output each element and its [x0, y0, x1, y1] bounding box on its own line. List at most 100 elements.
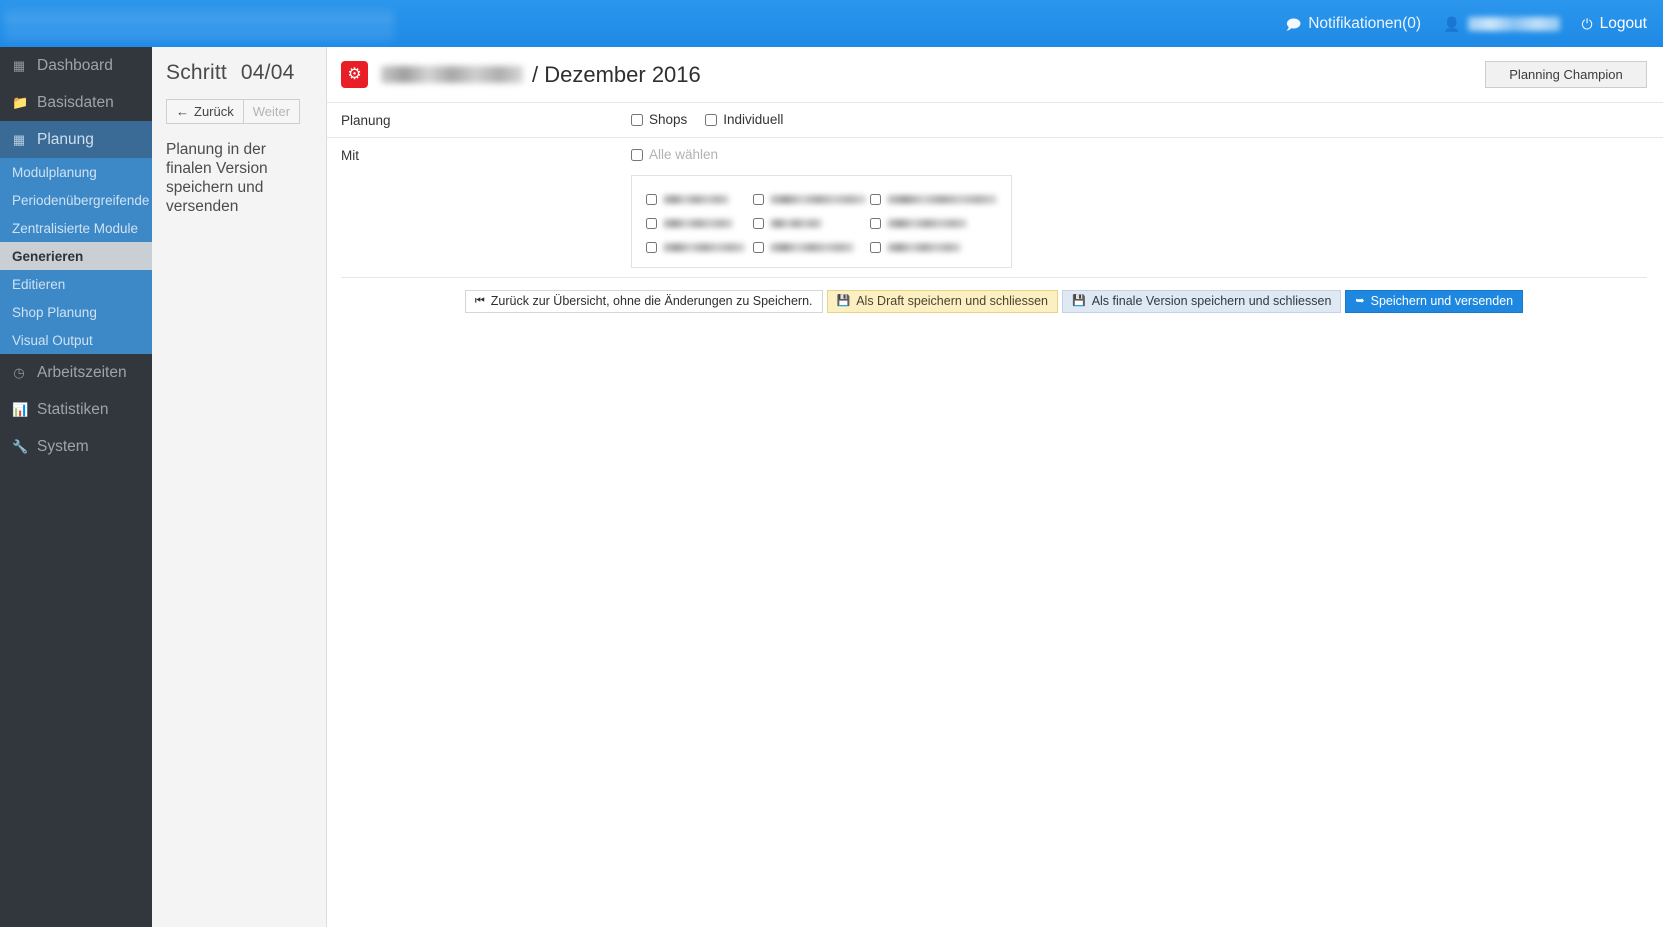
employee-name-redacted [887, 243, 961, 252]
planning-champion-button[interactable]: Planning Champion [1485, 61, 1647, 88]
sidebar-item-statistiken[interactable]: 📊 Statistiken [0, 391, 152, 428]
save-draft-button[interactable]: 💾 Als Draft speichern und schliessen [827, 290, 1058, 313]
save-final-button[interactable]: 💾 Als finale Version speichern und schli… [1062, 290, 1341, 313]
form-label-planung: Planung [341, 112, 631, 128]
page-title: / Dezember 2016 [532, 62, 701, 88]
arrow-left-icon: ← [176, 104, 189, 119]
brand-logo[interactable] [4, 4, 394, 44]
sidebar-subitem-periodenuebergreifende[interactable]: Periodenübergreifende [0, 186, 152, 214]
step-back-button[interactable]: ← Zurück [166, 99, 244, 124]
sidebar-item-arbeitszeiten[interactable]: ◷ Arbeitszeiten [0, 354, 152, 391]
list-item[interactable] [646, 218, 749, 229]
sidebar-subitem-shop-planung[interactable]: Shop Planung [0, 298, 152, 326]
form-row-planung: Planung Shops Individuell [327, 102, 1663, 137]
wrench-icon: 🔧 [12, 440, 26, 453]
checkbox-individuell-label: Individuell [723, 112, 783, 127]
employee-name-redacted [887, 195, 997, 204]
employee-checkbox[interactable] [753, 242, 764, 253]
step-next-button: Weiter [244, 99, 300, 124]
action-bar: ⏮ Zurück zur Übersicht, ohne die Änderun… [341, 277, 1647, 313]
form-field-mit: Alle wählen [631, 147, 1647, 268]
topbar-right-group: 🗩 Notifikationen(0) 👤 ⏻ Logout [1286, 15, 1663, 33]
sidebar-subitem-label: Generieren [12, 249, 83, 264]
user-menu[interactable]: 👤 [1443, 17, 1559, 31]
list-item[interactable] [870, 194, 997, 205]
step-back-label: Zurück [194, 104, 234, 119]
planung-checkbox-group: Shops Individuell [631, 112, 1647, 127]
save-icon: 💾 [1072, 296, 1086, 307]
sidebar-item-planung[interactable]: ▦ Planung [0, 121, 152, 158]
sidebar-item-label: Statistiken [37, 401, 109, 419]
sidebar-subitem-label: Visual Output [12, 333, 93, 348]
checkbox-individuell-input[interactable] [705, 114, 717, 126]
step-heading: Schritt 04/04 [166, 61, 326, 85]
employee-checkbox[interactable] [753, 218, 764, 229]
sidebar: ▦ Dashboard 📁 Basisdaten ▦ Planung Modul… [0, 47, 152, 927]
sidebar-item-label: Arbeitszeiten [37, 364, 127, 382]
checkbox-alle-waehlen[interactable]: Alle wählen [631, 147, 718, 162]
sidebar-item-label: Basisdaten [37, 94, 114, 112]
grid-icon: ▦ [12, 59, 26, 72]
employee-checkbox[interactable] [870, 218, 881, 229]
list-item[interactable] [753, 194, 866, 205]
clock-icon: ◷ [12, 366, 26, 379]
sidebar-item-basisdaten[interactable]: 📁 Basisdaten [0, 84, 152, 121]
skip-back-icon: ⏮ [475, 296, 485, 307]
location-name-redacted [381, 66, 523, 83]
sidebar-subitem-generieren[interactable]: Generieren [0, 242, 152, 270]
user-icon: 👤 [1443, 17, 1460, 31]
employee-name-redacted [770, 219, 822, 228]
sidebar-item-dashboard[interactable]: ▦ Dashboard [0, 47, 152, 84]
gear-icon: ⚙ [341, 61, 368, 88]
sidebar-subitem-zentralisierte-module[interactable]: Zentralisierte Module [0, 214, 152, 242]
sidebar-item-label: System [37, 438, 89, 456]
logout-button[interactable]: ⏻ Logout [1582, 15, 1648, 33]
list-item[interactable] [753, 242, 866, 253]
checkbox-shops-input[interactable] [631, 114, 643, 126]
save-and-send-label: Speichern und versenden [1371, 294, 1513, 308]
sidebar-item-label: Dashboard [37, 57, 113, 75]
sidebar-item-label: Planung [37, 131, 94, 149]
step-counter: 04/04 [241, 61, 295, 84]
folder-icon: 📁 [12, 96, 26, 109]
sidebar-subitem-label: Editieren [12, 277, 65, 292]
sidebar-subitem-editieren[interactable]: Editieren [0, 270, 152, 298]
power-icon: ⏻ [1582, 17, 1593, 31]
employee-checkbox[interactable] [870, 194, 881, 205]
sidebar-subitem-label: Modulplanung [12, 165, 97, 180]
employee-name-redacted [663, 219, 733, 228]
back-to-overview-button[interactable]: ⏮ Zurück zur Übersicht, ohne die Änderun… [465, 290, 823, 313]
checkbox-individuell[interactable]: Individuell [705, 112, 783, 127]
sidebar-item-system[interactable]: 🔧 System [0, 428, 152, 465]
employee-name-redacted [663, 195, 729, 204]
calendar-icon: ▦ [12, 133, 26, 146]
sidebar-subitem-visual-output[interactable]: Visual Output [0, 326, 152, 354]
step-title-text: Schritt [166, 61, 227, 84]
notifications-button[interactable]: 🗩 Notifikationen(0) [1286, 15, 1421, 33]
list-item[interactable] [753, 218, 866, 229]
employee-checkbox[interactable] [870, 242, 881, 253]
form-label-mit: Mit [341, 147, 631, 163]
employee-name-redacted [887, 219, 967, 228]
send-icon: ➥ [1355, 296, 1364, 307]
employee-checkbox[interactable] [753, 194, 764, 205]
checkbox-alle-waehlen-input[interactable] [631, 149, 643, 161]
employee-name-redacted [770, 243, 854, 252]
checkbox-alle-waehlen-label: Alle wählen [649, 147, 718, 162]
list-item[interactable] [870, 242, 997, 253]
step-panel: Schritt04/04 ← Zurück Weiter Planung in … [152, 47, 327, 927]
sidebar-subitem-modulplanung[interactable]: Modulplanung [0, 158, 152, 186]
sidebar-subitem-label: Zentralisierte Module [12, 221, 138, 236]
list-item[interactable] [646, 194, 749, 205]
save-final-label: Als finale Version speichern und schlies… [1092, 294, 1332, 308]
save-and-send-button[interactable]: ➥ Speichern und versenden [1345, 290, 1523, 313]
step-nav-buttons: ← Zurück Weiter [166, 99, 326, 124]
employee-name-list [631, 175, 1012, 268]
employee-checkbox[interactable] [646, 242, 657, 253]
list-item[interactable] [870, 218, 997, 229]
employee-checkbox[interactable] [646, 194, 657, 205]
list-item[interactable] [646, 242, 749, 253]
checkbox-shops[interactable]: Shops [631, 112, 687, 127]
comment-icon: 🗩 [1286, 17, 1302, 31]
employee-checkbox[interactable] [646, 218, 657, 229]
